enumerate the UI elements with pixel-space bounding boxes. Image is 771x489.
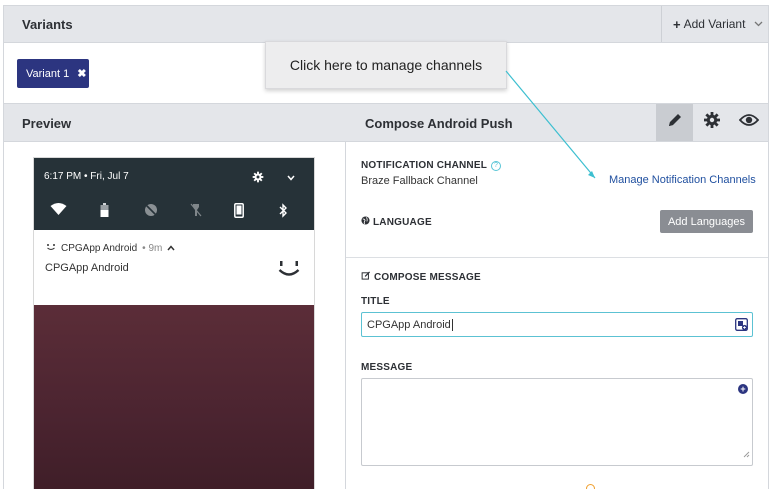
preview-panel: 6:17 PM • Fri, Jul 7 CPGApp Android • 9m… [3, 142, 346, 489]
chevron-down-icon [754, 19, 763, 30]
edit-square-icon [361, 271, 371, 283]
notification-app-name: CPGApp Android [61, 243, 138, 254]
title-input-value: CPGApp Android [367, 318, 451, 331]
manage-notification-channels-link[interactable]: Manage Notification Channels [609, 174, 756, 186]
preview-title: Preview [22, 116, 72, 131]
resize-handle-icon[interactable] [743, 445, 750, 463]
language-heading: LANGUAGE [361, 216, 432, 228]
compose-message-label: COMPOSE MESSAGE [374, 271, 481, 283]
personalization-icon[interactable] [735, 318, 748, 334]
status-time: 6:17 PM • Fri, Jul 7 [44, 171, 129, 182]
bluetooth-icon [278, 203, 288, 218]
eye-icon [738, 113, 759, 132]
add-variant-label: Add Variant [683, 17, 746, 31]
notification-channel-value: Braze Fallback Channel [361, 175, 478, 187]
tooltip-callout: Click here to manage channels [265, 41, 507, 89]
variants-header: Variants + Add Variant [3, 5, 769, 43]
add-variant-button[interactable]: + Add Variant [661, 6, 769, 42]
plus-icon: + [673, 16, 681, 32]
message-label: MESSAGE [361, 362, 413, 373]
wifi-icon [50, 203, 67, 216]
notification-channel-label: NOTIFICATION CHANNEL [361, 160, 488, 171]
gear-icon [703, 111, 721, 134]
add-personalization-icon[interactable]: + [738, 384, 748, 394]
text-caret [451, 318, 453, 331]
settings-button[interactable] [693, 104, 730, 141]
edit-button[interactable] [656, 104, 693, 141]
flashlight-icon [190, 203, 202, 217]
variant-chip-label: Variant 1 [26, 67, 70, 80]
section-header: Preview Compose Android Push [3, 103, 769, 142]
section-divider [346, 257, 768, 258]
phone-wallpaper [34, 305, 314, 489]
battery-icon [100, 203, 109, 217]
status-indicator-icon [586, 484, 595, 489]
chevron-down-icon [286, 170, 296, 188]
phone-rotate-icon [234, 203, 244, 218]
notification-body: CPGApp Android [45, 262, 129, 274]
tooltip-text: Click here to manage channels [289, 57, 483, 73]
variant-chip[interactable]: Variant 1 ✖ [17, 59, 89, 88]
app-smile-icon [46, 243, 56, 254]
compose-panel: NOTIFICATION CHANNEL ? Braze Fallback Ch… [346, 142, 769, 489]
pencil-icon [666, 111, 684, 134]
app-logo-icon [278, 260, 300, 282]
variants-title: Variants [22, 17, 73, 32]
compose-message-heading: COMPOSE MESSAGE [361, 271, 481, 283]
compose-title: Compose Android Push [365, 116, 513, 131]
message-textarea[interactable]: + [361, 378, 753, 466]
preview-button[interactable] [730, 104, 767, 141]
globe-icon [361, 216, 370, 228]
phone-preview: 6:17 PM • Fri, Jul 7 CPGApp Android • 9m… [33, 157, 315, 489]
notification-age: • 9m [142, 243, 163, 254]
add-languages-button[interactable]: Add Languages [660, 210, 753, 233]
notification-header: CPGApp Android • 9m [46, 243, 175, 254]
notification-channel-heading: NOTIFICATION CHANNEL ? [361, 160, 502, 171]
chevron-up-icon [167, 243, 175, 254]
quick-settings-icons [50, 203, 300, 221]
title-label: TITLE [361, 296, 390, 307]
language-label: LANGUAGE [373, 216, 432, 228]
close-icon[interactable]: ✖ [77, 67, 86, 80]
gear-icon [252, 170, 264, 188]
title-input[interactable]: CPGApp Android [361, 312, 753, 337]
help-icon[interactable]: ? [491, 160, 502, 171]
phone-status-bar: 6:17 PM • Fri, Jul 7 [34, 158, 314, 230]
notification-card: CPGApp Android • 9m CPGApp Android [34, 230, 314, 305]
do-not-disturb-icon [144, 203, 158, 217]
